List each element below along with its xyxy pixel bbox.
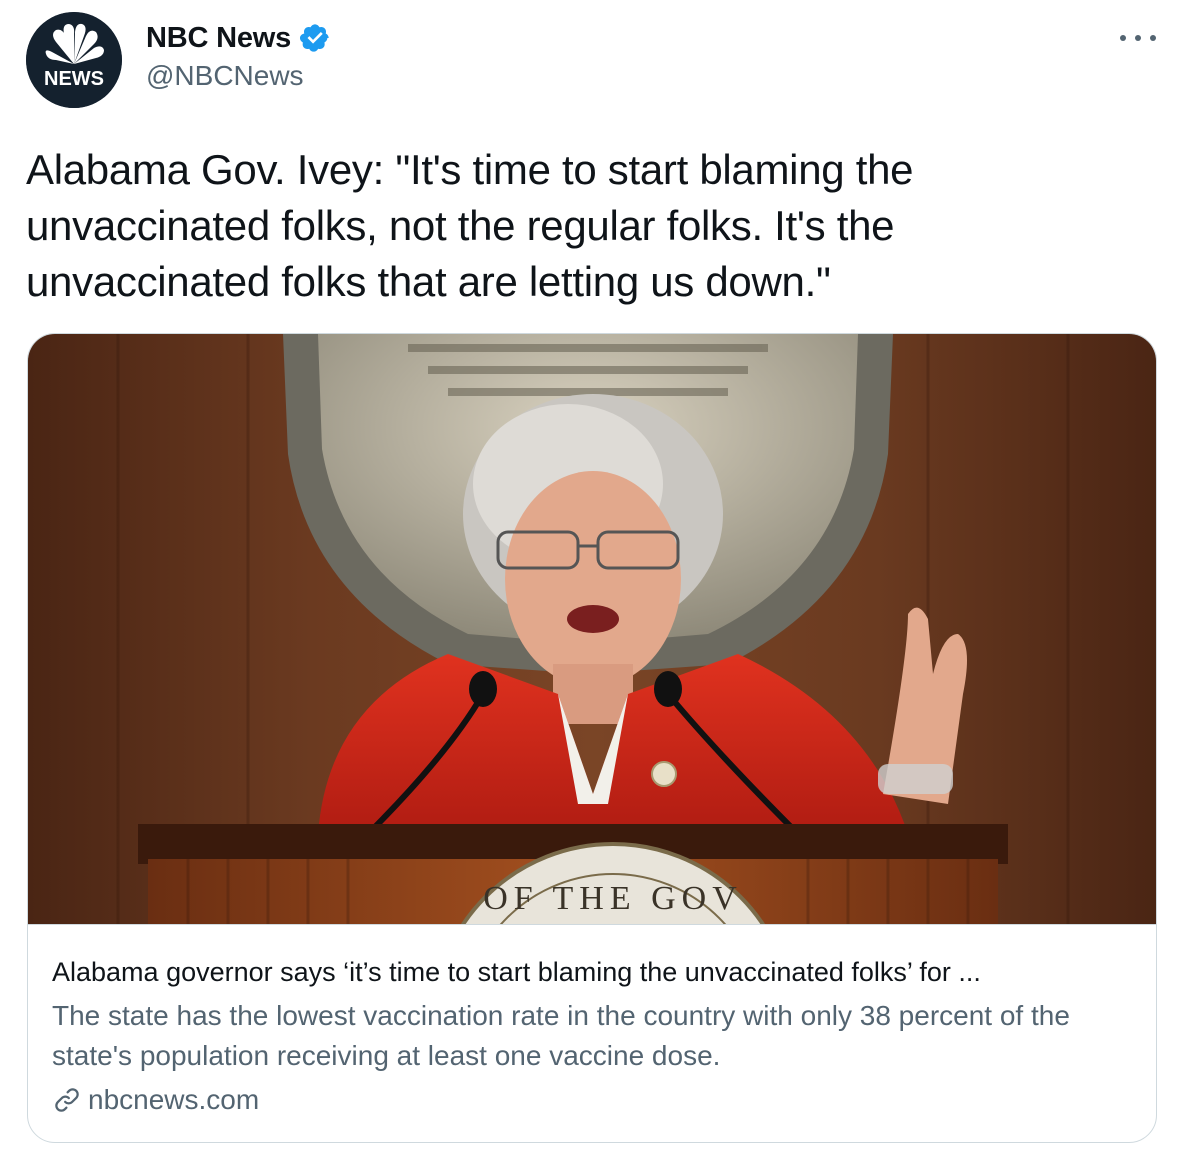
podium-seal-text: OF THE GOV xyxy=(483,880,743,917)
display-name[interactable]: NBC News xyxy=(146,22,291,55)
card-image[interactable]: OF THE GOV xyxy=(28,334,1156,925)
tweet: NEWS NBC News @NBCNews Alabama Gov. Ivey… xyxy=(0,0,1186,1176)
article-photo-icon: OF THE GOV xyxy=(28,334,1156,924)
link-card[interactable]: OF THE GOV Alabama governor says ‘it’s t… xyxy=(27,333,1157,1143)
card-title: Alabama governor says ‘it’s time to star… xyxy=(52,957,981,987)
more-horizontal-icon xyxy=(1120,35,1126,41)
card-domain-row: nbcnews.com xyxy=(52,1080,1132,1120)
card-description: The state has the lowest vaccination rat… xyxy=(52,1000,1070,1071)
avatar-label: NEWS xyxy=(44,68,104,90)
verified-badge-icon xyxy=(299,22,331,54)
nbc-peacock-logo-icon: NEWS xyxy=(26,12,122,108)
more-options-button[interactable] xyxy=(1120,26,1156,50)
link-icon xyxy=(52,1085,82,1115)
card-domain: nbcnews.com xyxy=(88,1084,260,1115)
tweet-text: Alabama Gov. Ivey: "It's time to start b… xyxy=(26,146,914,305)
author-block: NBC News @NBCNews xyxy=(146,18,331,92)
card-body: Alabama governor says ‘it’s time to star… xyxy=(52,952,1132,1120)
handle[interactable]: @NBCNews xyxy=(146,60,331,92)
name-row: NBC News xyxy=(146,18,331,58)
avatar[interactable]: NEWS xyxy=(26,12,122,108)
